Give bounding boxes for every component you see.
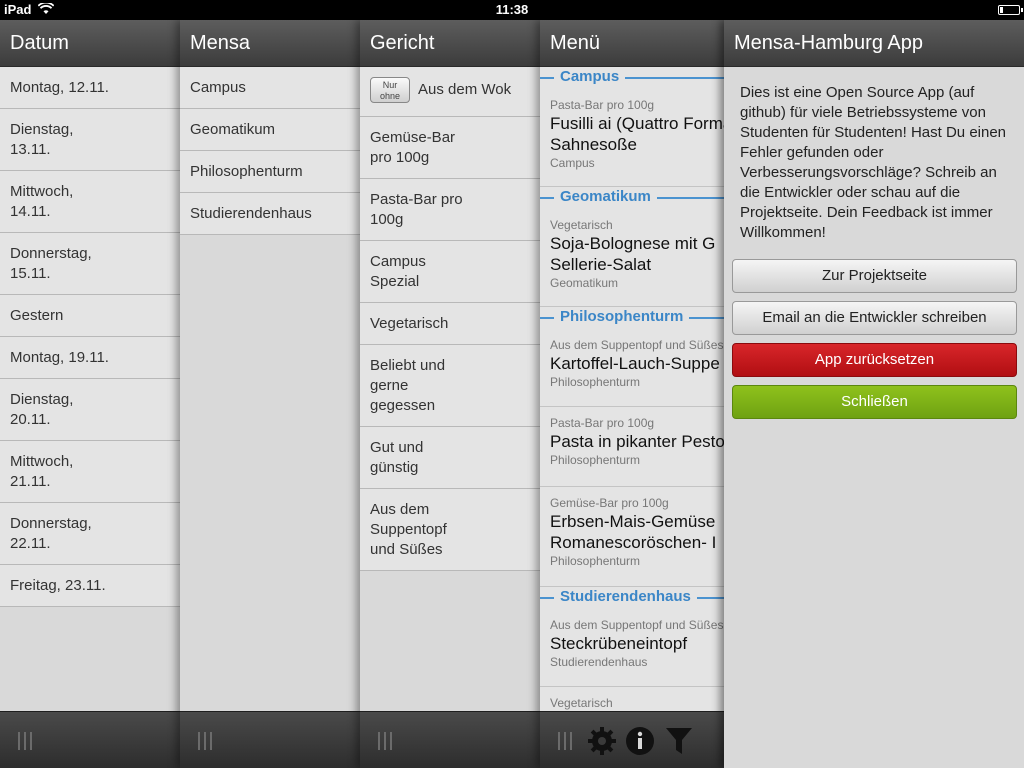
- section-header-studierendenhaus: Studierendenhaus: [540, 587, 740, 609]
- dish-item[interactable]: Pasta-Bar pro 100g Fusilli ai (Quattro F…: [540, 89, 740, 187]
- datum-item[interactable]: Montag, 19.11.: [0, 337, 180, 379]
- menu-toolbar: [586, 725, 697, 757]
- datum-item[interactable]: Freitag, 23.11.: [0, 565, 180, 607]
- datum-footer: [0, 711, 180, 768]
- datum-item[interactable]: Donnerstag, 15.11.: [0, 233, 180, 295]
- grip-icon[interactable]: [198, 732, 214, 750]
- grip-icon[interactable]: [18, 732, 34, 750]
- gericht-item[interactable]: Nur ohne Aus dem Wok: [360, 67, 540, 117]
- gericht-item[interactable]: Pasta-Bar pro 100g: [360, 179, 540, 241]
- project-page-button[interactable]: Zur Projektseite: [732, 259, 1017, 293]
- info-panel: Mensa-Hamburg App Dies ist eine Open Sou…: [724, 20, 1024, 768]
- filter-icon[interactable]: [663, 725, 697, 757]
- datum-item[interactable]: Mittwoch, 21.11.: [0, 441, 180, 503]
- datum-panel: Datum Montag, 12.11. Dienstag, 13.11. Mit…: [0, 20, 180, 768]
- mensa-panel: Mensa Campus Geomatikum Philosophenturm …: [180, 20, 360, 768]
- datum-item[interactable]: Gestern: [0, 295, 180, 337]
- mensa-list: Campus Geomatikum Philosophenturm Studie…: [180, 67, 360, 711]
- info-body: Dies ist eine Open Source App (auf githu…: [724, 67, 1024, 768]
- mensa-header: Mensa: [180, 20, 360, 67]
- gericht-item[interactable]: Gut und günstig: [360, 427, 540, 489]
- clock: 11:38: [495, 2, 529, 17]
- gericht-item[interactable]: Aus dem Suppentopf und Süßes: [360, 489, 540, 571]
- battery-icon: [998, 5, 1023, 15]
- datum-item[interactable]: Dienstag, 20.11.: [0, 379, 180, 441]
- menu-list: Campus Pasta-Bar pro 100g Fusilli ai (Qu…: [540, 67, 740, 711]
- gericht-item[interactable]: Beliebt und gerne gegessen: [360, 345, 540, 427]
- datum-list: Montag, 12.11. Dienstag, 13.11. Mittwoch,…: [0, 67, 180, 711]
- gericht-item[interactable]: Campus Spezial: [360, 241, 540, 303]
- gericht-panel: Gericht Nur ohne Aus dem Wok Gemüse-Bar pr…: [360, 20, 540, 768]
- section-header-philosophenturm: Philosophenturm: [540, 307, 740, 329]
- section-header-campus: Campus: [540, 67, 740, 89]
- close-button[interactable]: Schließen: [732, 385, 1017, 419]
- datum-item[interactable]: Mittwoch, 14.11.: [0, 171, 180, 233]
- reset-app-button[interactable]: App zurücksetzen: [732, 343, 1017, 377]
- grip-icon[interactable]: [378, 732, 394, 750]
- gear-icon[interactable]: [586, 725, 620, 757]
- gericht-item[interactable]: Gemüse-Bar pro 100g: [360, 117, 540, 179]
- mensa-item[interactable]: Campus: [180, 67, 360, 109]
- dish-item[interactable]: Aus dem Suppentopf und Süßes Steckrübene…: [540, 609, 740, 687]
- menu-footer: [540, 711, 740, 768]
- info-header: Mensa-Hamburg App: [724, 20, 1024, 67]
- menu-header: Menü: [540, 20, 740, 67]
- email-developers-button[interactable]: Email an die Entwickler schreiben: [732, 301, 1017, 335]
- dish-item[interactable]: Pasta-Bar pro 100g Pasta in pikanter Pes…: [540, 407, 740, 487]
- dish-item[interactable]: Vegetarisch: [540, 687, 740, 711]
- grip-icon[interactable]: [558, 732, 574, 750]
- menu-panel: Menü Campus Pasta-Bar pro 100g Fusilli a…: [540, 20, 740, 768]
- datum-header: Datum: [0, 20, 180, 67]
- nur-ohne-toggle[interactable]: Nur ohne: [370, 77, 410, 103]
- dish-item[interactable]: Vegetarisch Soja-Bolognese mit G Selleri…: [540, 209, 740, 307]
- info-icon[interactable]: [624, 725, 658, 757]
- dish-item[interactable]: Aus dem Suppentopf und Süßes Kartoffel-L…: [540, 329, 740, 407]
- dish-item[interactable]: Gemüse-Bar pro 100g Erbsen-Mais-Gemüse R…: [540, 487, 740, 587]
- mensa-item[interactable]: Geomatikum: [180, 109, 360, 151]
- status-bar: iPad 11:38: [0, 0, 1024, 20]
- mensa-item[interactable]: Philosophenturm: [180, 151, 360, 193]
- mensa-item[interactable]: Studierendenhaus: [180, 193, 360, 235]
- gericht-footer: [360, 711, 540, 768]
- gericht-header: Gericht: [360, 20, 540, 67]
- gericht-list: Nur ohne Aus dem Wok Gemüse-Bar pro 100g P…: [360, 67, 540, 711]
- datum-item[interactable]: Donnerstag, 22.11.: [0, 503, 180, 565]
- section-header-geomatikum: Geomatikum: [540, 187, 740, 209]
- gericht-item[interactable]: Vegetarisch: [360, 303, 540, 345]
- mensa-footer: [180, 711, 360, 768]
- datum-item[interactable]: Montag, 12.11.: [0, 67, 180, 109]
- info-text: Dies ist eine Open Source App (auf githu…: [740, 84, 1007, 241]
- datum-item[interactable]: Dienstag, 13.11.: [0, 109, 180, 171]
